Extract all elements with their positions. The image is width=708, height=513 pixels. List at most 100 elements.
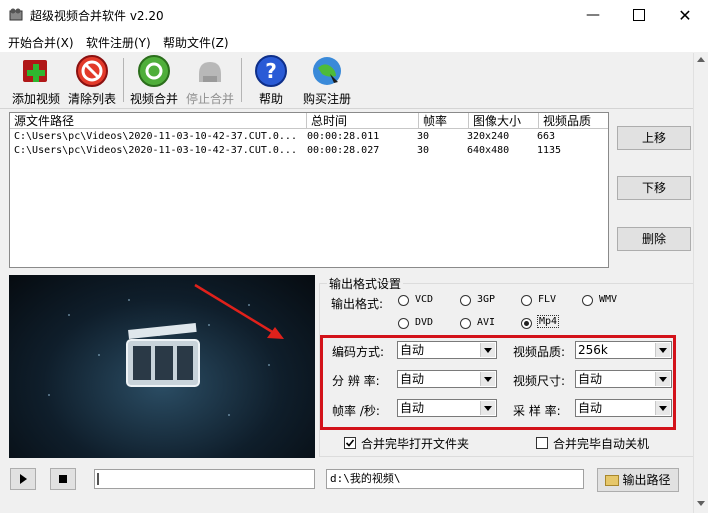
help-button[interactable]: ? 帮助	[243, 54, 299, 106]
encoding-select[interactable]: 自动	[397, 341, 497, 359]
close-icon: ✕	[678, 5, 692, 25]
fps-select[interactable]: 自动	[397, 399, 497, 417]
progress-slider[interactable]	[94, 469, 315, 489]
vertical-scrollbar[interactable]	[693, 53, 708, 513]
check-icon	[345, 439, 355, 447]
toolbar-separator	[123, 58, 124, 102]
menu-bar: 开始合并(X) 软件注册(Y) 帮助文件(Z)	[0, 30, 708, 53]
col-header-fps[interactable]: 帧率	[419, 113, 469, 129]
col-header-time[interactable]: 总时间	[307, 113, 419, 129]
cell-size: 320x240	[467, 131, 510, 142]
radio-dvd-label: DVD	[415, 317, 434, 328]
cell-time: 00:00:28.011	[307, 131, 380, 142]
menu-register[interactable]: 软件注册(Y)	[86, 34, 151, 51]
radio-wmv[interactable]	[582, 295, 593, 306]
cell-size: 640x480	[467, 145, 510, 156]
output-path-button[interactable]: 输出路径	[597, 468, 679, 492]
stop-button[interactable]	[50, 468, 76, 490]
radio-3gp[interactable]	[460, 295, 471, 306]
move-down-button[interactable]: 下移	[617, 176, 691, 200]
radio-vcd[interactable]	[398, 295, 409, 306]
merge-video-label: 视频合并	[129, 92, 178, 106]
move-up-button[interactable]: 上移	[617, 126, 691, 150]
play-button[interactable]	[10, 468, 36, 490]
stop-icon	[59, 475, 67, 483]
close-button[interactable]: ✕	[662, 0, 708, 30]
radio-avi[interactable]	[460, 318, 471, 329]
radio-3gp-label: 3GP	[477, 294, 496, 305]
play-icon	[20, 474, 27, 484]
encoding-label: 编码方式:	[332, 345, 385, 359]
video-size-value: 自动	[578, 372, 603, 386]
radio-wmv-label: WMV	[599, 294, 618, 305]
cell-time: 00:00:28.027	[307, 145, 380, 156]
table-row[interactable]: C:\Users\pc\Videos\2020-11-03-10-42-37.C…	[10, 144, 608, 158]
chevron-down-icon	[655, 401, 670, 415]
add-video-icon	[23, 60, 47, 82]
file-list[interactable]: 源文件路径 总时间 帧率 图像大小 视频品质 C:\Users\pc\Video…	[9, 112, 609, 268]
chevron-down-icon	[480, 343, 495, 357]
radio-vcd-label: VCD	[415, 294, 434, 305]
radio-mp4[interactable]	[521, 318, 532, 329]
add-video-button[interactable]: 添加视频	[8, 54, 64, 106]
help-label: 帮助	[258, 92, 283, 106]
buy-register-icon	[313, 57, 341, 85]
clear-list-button[interactable]: 清除列表	[64, 54, 120, 106]
minimize-icon: —	[586, 7, 600, 23]
cell-path: C:\Users\pc\Videos\2020-11-03-10-42-37.C…	[14, 131, 297, 142]
stop-merge-button[interactable]: 停止合并	[182, 54, 238, 106]
red-arrow-icon	[194, 283, 275, 335]
col-header-path[interactable]: 源文件路径	[10, 113, 307, 129]
title-bar: 超级视频合并软件 v2.20 — ✕	[0, 0, 708, 30]
video-preview	[9, 275, 315, 458]
clear-list-label: 清除列表	[67, 92, 116, 106]
resolution-select[interactable]: 自动	[397, 370, 497, 388]
svg-text:?: ?	[265, 59, 277, 83]
open-folder-checkbox[interactable]	[344, 437, 356, 449]
fps-label: 帧率 /秒:	[332, 404, 380, 418]
minimize-button[interactable]: —	[570, 0, 616, 30]
stop-merge-icon	[199, 62, 221, 82]
app-icon	[9, 8, 23, 21]
resolution-value: 自动	[400, 372, 425, 386]
cell-path: C:\Users\pc\Videos\2020-11-03-10-42-37.C…	[14, 145, 297, 156]
encoding-value: 自动	[400, 343, 425, 357]
stop-merge-label: 停止合并	[185, 92, 234, 106]
film-clapper-icon	[126, 322, 200, 387]
radio-flv[interactable]	[521, 295, 532, 306]
table-row[interactable]: C:\Users\pc\Videos\2020-11-03-10-42-37.C…	[10, 130, 608, 144]
help-icon: ?	[255, 55, 287, 87]
buy-register-label: 购买注册	[302, 92, 351, 106]
merge-video-button[interactable]: 视频合并	[126, 54, 182, 106]
col-header-size[interactable]: 图像大小	[469, 113, 539, 129]
scroll-down-icon[interactable]	[697, 501, 705, 506]
output-path-label: 输出路径	[622, 473, 671, 487]
menu-start-merge[interactable]: 开始合并(X)	[8, 34, 74, 51]
video-size-select[interactable]: 自动	[575, 370, 672, 388]
preview-graphic	[48, 283, 284, 416]
delete-button[interactable]: 删除	[617, 227, 691, 251]
cell-quality: 663	[537, 131, 556, 142]
toolbar: 添加视频 清除列表 视频合并 停止合并 ? 帮助 购买注册	[0, 52, 708, 109]
output-format-label: 输出格式:	[331, 297, 384, 311]
scroll-up-icon[interactable]	[697, 57, 705, 62]
radio-dvd[interactable]	[398, 318, 409, 329]
quality-select[interactable]: 256k	[575, 341, 672, 359]
open-folder-label: 合并完毕打开文件夹	[361, 437, 470, 451]
sample-rate-label: 采 样 率:	[513, 404, 561, 418]
auto-shutdown-label: 合并完毕自动关机	[553, 437, 650, 451]
slider-thumb[interactable]	[97, 473, 99, 485]
menu-help[interactable]: 帮助文件(Z)	[163, 34, 229, 51]
cell-quality: 1135	[537, 145, 562, 156]
buy-register-button[interactable]: 购买注册	[299, 54, 355, 106]
folder-icon	[605, 475, 620, 486]
sample-rate-select[interactable]: 自动	[575, 399, 672, 417]
auto-shutdown-checkbox[interactable]	[536, 437, 548, 449]
maximize-button[interactable]	[616, 0, 662, 30]
toolbar-separator	[241, 58, 242, 102]
col-header-quality[interactable]: 视频品质	[539, 113, 608, 129]
sample-rate-value: 自动	[578, 401, 603, 415]
radio-flv-label: FLV	[538, 294, 557, 305]
output-path-input[interactable]: d:\我的视频\	[326, 469, 584, 489]
fps-value: 自动	[400, 401, 425, 415]
